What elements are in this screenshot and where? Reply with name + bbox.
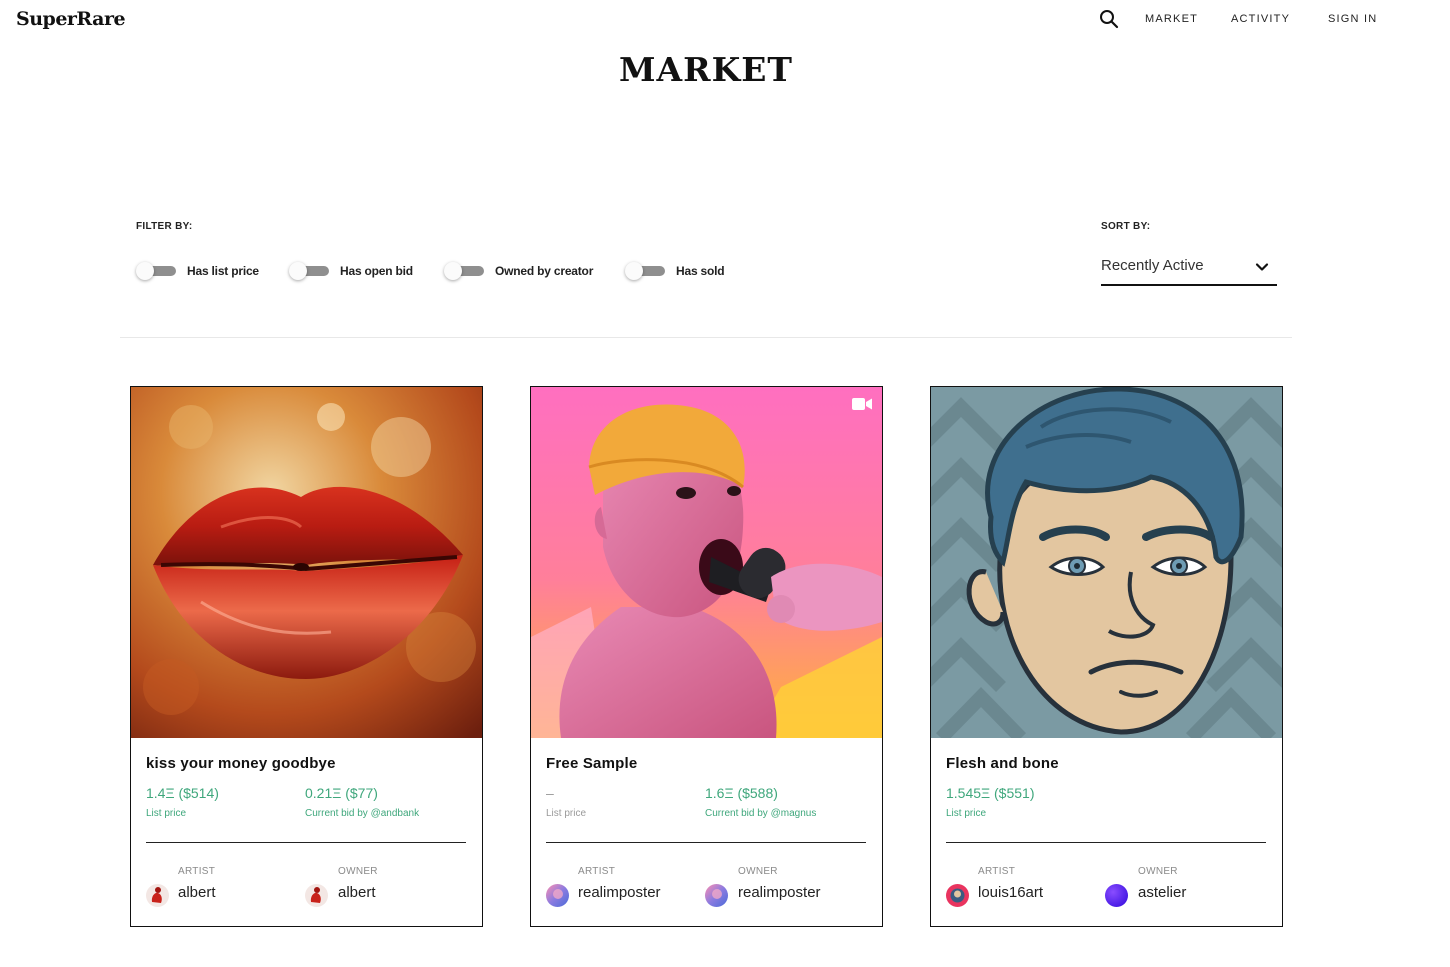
artwork-image[interactable] bbox=[131, 387, 482, 738]
nav-market-link[interactable]: MARKET bbox=[1145, 13, 1198, 25]
list-price-value: 1.4Ξ ($514) bbox=[146, 785, 219, 801]
artwork-card[interactable]: Flesh and bone 1.545Ξ ($551) List price … bbox=[930, 386, 1283, 927]
owner-avatar[interactable] bbox=[705, 884, 728, 907]
toggle-switch[interactable] bbox=[444, 262, 486, 280]
artist-label: ARTIST bbox=[978, 866, 1016, 877]
artwork-title[interactable]: Free Sample bbox=[546, 755, 637, 772]
artist-label: ARTIST bbox=[178, 866, 216, 877]
current-bid-label[interactable]: Current bid by @magnus bbox=[705, 808, 816, 819]
filter-label: Has sold bbox=[676, 264, 725, 278]
artwork-title[interactable]: kiss your money goodbye bbox=[146, 755, 336, 772]
artist-label: ARTIST bbox=[578, 866, 616, 877]
section-divider bbox=[120, 337, 1292, 338]
sort-selected-value: Recently Active bbox=[1101, 257, 1204, 274]
filter-by-label: FILTER BY: bbox=[136, 221, 193, 232]
owner-name[interactable]: astelier bbox=[1138, 884, 1186, 901]
filter-owned-by-creator[interactable]: Owned by creator bbox=[444, 262, 593, 280]
filter-has-sold[interactable]: Has sold bbox=[625, 262, 725, 280]
artwork-image[interactable] bbox=[931, 387, 1282, 738]
owner-label: OWNER bbox=[338, 866, 378, 877]
filter-label: Has list price bbox=[187, 264, 259, 278]
owner-avatar[interactable] bbox=[1105, 884, 1128, 907]
nav-activity-link[interactable]: ACTIVITY bbox=[1231, 13, 1290, 25]
list-price-label: List price bbox=[146, 808, 187, 819]
artwork-title[interactable]: Flesh and bone bbox=[946, 755, 1059, 772]
artist-avatar[interactable] bbox=[146, 884, 169, 907]
card-divider bbox=[546, 842, 866, 843]
nav-sign-in-link[interactable]: SIGN IN bbox=[1328, 13, 1377, 25]
list-price-value: 1.545Ξ ($551) bbox=[946, 785, 1035, 801]
toggle-switch[interactable] bbox=[289, 262, 331, 280]
artwork-card[interactable]: kiss your money goodbye 1.4Ξ ($514) List… bbox=[130, 386, 483, 927]
video-icon bbox=[852, 398, 872, 410]
list-price-label: List price bbox=[546, 808, 587, 819]
artist-avatar[interactable] bbox=[546, 884, 569, 907]
chevron-down-icon bbox=[1255, 263, 1269, 271]
artist-avatar[interactable] bbox=[946, 884, 969, 907]
owner-label: OWNER bbox=[738, 866, 778, 877]
toggle-switch[interactable] bbox=[136, 262, 178, 280]
owner-name[interactable]: realimposter bbox=[738, 884, 821, 901]
superrare-logo[interactable]: SuperRare bbox=[16, 8, 126, 30]
owner-label: OWNER bbox=[1138, 866, 1178, 877]
artist-name[interactable]: realimposter bbox=[578, 884, 661, 901]
sort-by-label: SORT BY: bbox=[1101, 221, 1151, 232]
current-bid-value: 1.6Ξ ($588) bbox=[705, 785, 778, 801]
owner-name[interactable]: albert bbox=[338, 884, 376, 901]
filter-has-open-bid[interactable]: Has open bid bbox=[289, 262, 413, 280]
list-price-value: – bbox=[546, 785, 554, 801]
artist-name[interactable]: louis16art bbox=[978, 884, 1043, 901]
toggle-switch[interactable] bbox=[625, 262, 667, 280]
filter-has-list-price[interactable]: Has list price bbox=[136, 262, 259, 280]
artwork-card[interactable]: Free Sample – List price 1.6Ξ ($588) Cur… bbox=[530, 386, 883, 927]
artwork-image[interactable] bbox=[531, 387, 882, 738]
card-divider bbox=[946, 842, 1266, 843]
card-divider bbox=[146, 842, 466, 843]
page-title: MARKET bbox=[619, 50, 793, 89]
filter-label: Owned by creator bbox=[495, 264, 594, 278]
current-bid-label[interactable]: Current bid by @andbank bbox=[305, 808, 419, 819]
current-bid-value: 0.21Ξ ($77) bbox=[305, 785, 378, 801]
artist-name[interactable]: albert bbox=[178, 884, 216, 901]
owner-avatar[interactable] bbox=[305, 884, 328, 907]
filter-label: Has open bid bbox=[340, 264, 413, 278]
list-price-label: List price bbox=[946, 808, 987, 819]
sort-dropdown[interactable]: Recently Active bbox=[1101, 252, 1277, 286]
search-icon[interactable] bbox=[1099, 9, 1119, 29]
